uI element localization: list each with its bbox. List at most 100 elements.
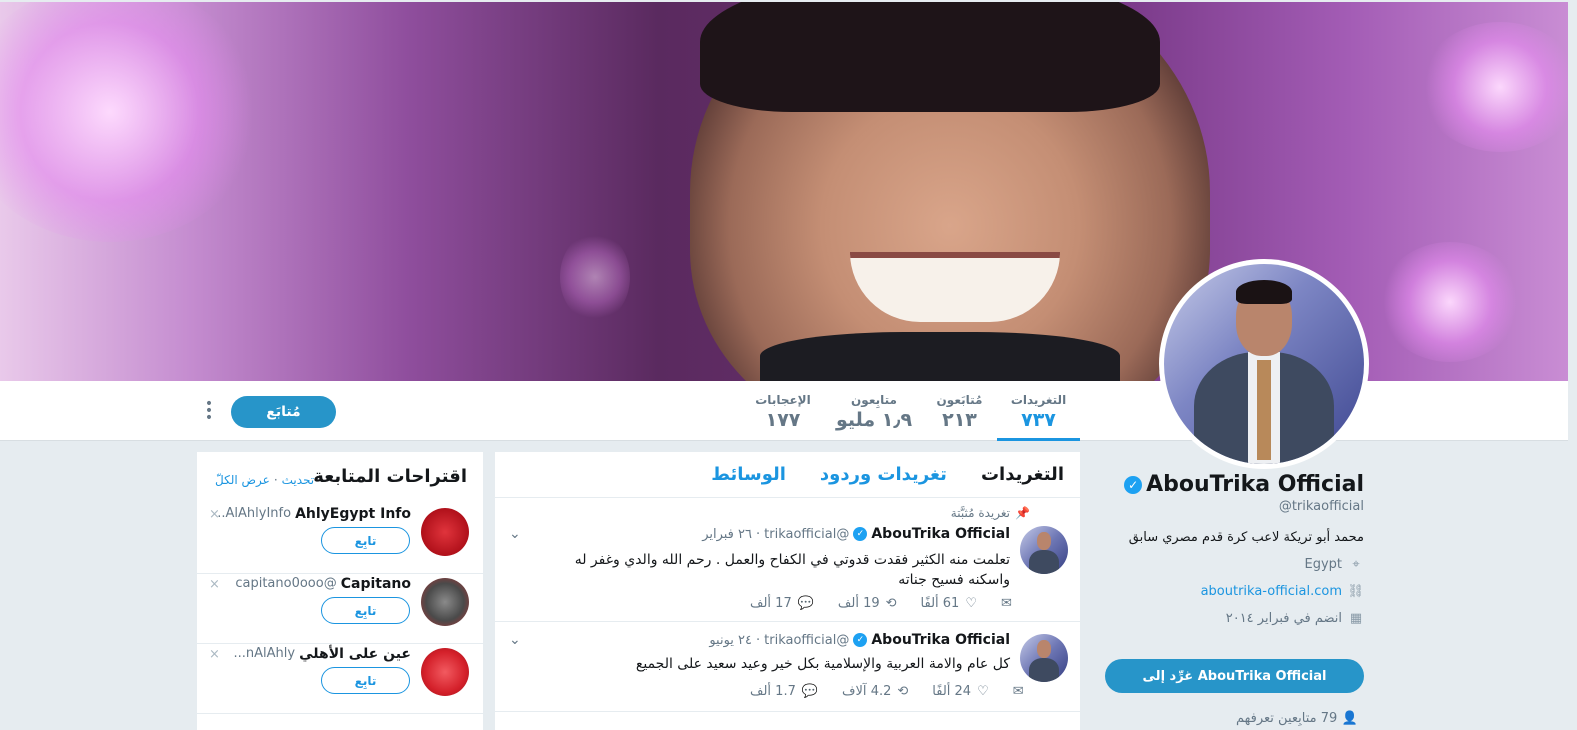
reply-count: 17 ألف — [750, 596, 792, 611]
tab-tweets-replies[interactable]: تغريدات وردود — [820, 464, 947, 485]
tab-tweets[interactable]: التغريدات — [981, 464, 1064, 485]
link-icon: ⛓ — [1347, 584, 1364, 599]
profile-bio: محمد أبو تريكة لاعب كرة قدم مصري سابق — [1128, 530, 1364, 545]
view-all-link[interactable]: عرض الكلّ — [215, 473, 270, 487]
like-button[interactable]: ♡ 24 ألفًا — [932, 684, 988, 699]
calendar-icon: ▦ — [1349, 611, 1363, 626]
suggestion-handle[interactable]: @capitano0ooo — [235, 576, 336, 592]
suggestion-avatar[interactable] — [421, 578, 469, 626]
profile-joined: ▦ انضم في فبراير ٢٠١٤ — [1094, 611, 1364, 626]
retweet-icon: ⟲ — [885, 596, 897, 611]
tweet-actions: 💬 1.7 ألف ⟲ 4.2 آلاف ♡ 24 ألفًا ✉ — [750, 684, 1024, 699]
stat-likes[interactable]: الإعجابات ١٧٧ — [744, 393, 822, 441]
timeline-tabs: التغريدات تغريدات وردود الوسائط — [495, 452, 1080, 498]
tweet-actions: 💬 17 ألف ⟲ 19 ألف ♡ 61 ألفًا ✉ — [750, 596, 1012, 611]
tweet[interactable]: AbouTrika Official ✓ @trikaofficial · ٢٤… — [495, 622, 1080, 712]
following-button[interactable]: مُتابَع — [231, 396, 336, 428]
separator-dot: · — [756, 632, 761, 648]
suggestion-item[interactable]: عين على الأهلي nAlAhly... × تابِع — [197, 644, 483, 714]
suggestion-item[interactable]: Capitano @capitano0ooo × تابِع — [197, 574, 483, 644]
stat-following-label: مُتابَعون — [936, 393, 983, 407]
reply-icon: 💬 — [797, 596, 814, 611]
retweet-button[interactable]: ⟲ 4.2 آلاف — [842, 684, 908, 699]
stat-followers-label: متابِعون — [851, 393, 897, 407]
mutual-followers-text[interactable]: 79 متابِعين تعرفهم — [1236, 711, 1337, 726]
chevron-down-icon[interactable]: ⌄ — [509, 526, 521, 542]
profile-name: ✓ AbouTrika Official — [1124, 472, 1364, 497]
suggestion-name[interactable]: عين على الأهلي — [299, 646, 411, 662]
message-button[interactable]: ✉ — [1001, 596, 1012, 611]
person-icon: 👤 — [1341, 711, 1358, 726]
tweet-to-button[interactable]: غرِّد إلى AbouTrika Official — [1105, 659, 1364, 693]
tweet-pinned[interactable]: 📌 تغريدة مُثبَّتة AbouTrika Official ✓ @… — [495, 498, 1080, 622]
retweet-count: 4.2 آلاف — [842, 684, 892, 699]
tweet-avatar[interactable] — [1020, 526, 1068, 574]
stat-likes-label: الإعجابات — [755, 393, 811, 407]
tab-media[interactable]: الوسائط — [711, 464, 786, 485]
suggestion-name[interactable]: AhlyEgypt Info — [295, 506, 411, 522]
suggestion-handle[interactable]: nAlAhly... — [234, 646, 296, 662]
stat-followers[interactable]: متابِعون ١٫٩ مليو — [828, 393, 920, 441]
close-icon[interactable]: × — [209, 507, 220, 522]
suggestion-names: Capitano @capitano0ooo — [235, 576, 411, 592]
tweet-date[interactable]: ٢٤ يونيو — [709, 633, 752, 648]
suggestion-name[interactable]: Capitano — [341, 576, 411, 592]
tweet-avatar[interactable] — [1020, 634, 1068, 682]
suggestion-avatar[interactable] — [421, 508, 469, 556]
profile-website-link[interactable]: aboutrika-official.com — [1201, 584, 1342, 599]
heart-icon: ♡ — [965, 596, 977, 611]
more-options-icon[interactable]: • • • — [203, 397, 215, 425]
separator-dot: · — [756, 526, 761, 542]
profile-location-text: Egypt — [1304, 557, 1342, 572]
pinned-label: تغريدة مُثبَّتة — [950, 506, 1010, 520]
tweet-date[interactable]: ٢٦ فبراير — [702, 527, 752, 542]
heart-icon: ♡ — [977, 684, 989, 699]
profile-handle: @trikaofficial — [1278, 499, 1364, 514]
suggestion-handle[interactable]: AlAhlyInfo.. — [217, 506, 291, 522]
timeline: التغريدات تغريدات وردود الوسائط 📌 تغريدة… — [495, 452, 1080, 730]
pin-icon: 📌 — [1015, 506, 1030, 520]
retweet-icon: ⟲ — [897, 684, 909, 699]
reply-icon: 💬 — [801, 684, 819, 699]
follow-button[interactable]: تابِع — [321, 667, 410, 694]
envelope-icon: ✉ — [1000, 596, 1012, 611]
stat-followers-value: ١٫٩ مليو — [835, 409, 913, 431]
stat-tweets[interactable]: التغريدات ٧٣٧ — [997, 393, 1080, 441]
stat-following[interactable]: مُتابَعون ٢١٣ — [922, 393, 997, 441]
suggestion-avatar[interactable] — [421, 648, 469, 696]
reply-button[interactable]: 💬 1.7 ألف — [750, 684, 818, 699]
message-button[interactable]: ✉ — [1013, 684, 1024, 699]
like-button[interactable]: ♡ 61 ألفًا — [921, 596, 977, 611]
tweet-text: كل عام والامة العربية والإسلامية بكل خير… — [635, 656, 1010, 672]
profile-avatar[interactable] — [1159, 259, 1369, 469]
profile-name-text: AbouTrika Official — [1146, 472, 1364, 497]
stat-tweets-label: التغريدات — [1010, 393, 1067, 407]
tweet-author-handle[interactable]: @trikaofficial — [764, 633, 849, 648]
suggestion-names: عين على الأهلي nAlAhly... — [234, 646, 411, 662]
profile-location: ⌖ Egypt — [1094, 557, 1364, 572]
retweet-button[interactable]: ⟲ 19 ألف — [838, 596, 897, 611]
retweet-count: 19 ألف — [837, 596, 880, 611]
profile-website[interactable]: ⛓ aboutrika-official.com — [1094, 584, 1364, 599]
follow-button[interactable]: تابِع — [321, 527, 410, 554]
follow-button[interactable]: تابِع — [321, 597, 410, 624]
separator-dot: · — [273, 473, 278, 487]
tweet-author-name[interactable]: AbouTrika Official — [871, 632, 1010, 648]
reply-count: 1.7 ألف — [750, 684, 796, 699]
stat-likes-value: ١٧٧ — [765, 409, 801, 431]
refresh-link[interactable]: تحديث — [282, 473, 315, 487]
who-to-follow-links: تحديث · عرض الكلّ — [215, 473, 314, 487]
profile-card: ✓ AbouTrika Official @trikaofficial محمد… — [1094, 472, 1364, 626]
verified-badge-icon: ✓ — [853, 527, 868, 541]
who-to-follow: اقتراحات المتابعة تحديث · عرض الكلّ Ahly… — [197, 452, 483, 730]
tweet-author-handle[interactable]: @trikaofficial — [764, 527, 849, 542]
chevron-down-icon[interactable]: ⌄ — [509, 632, 521, 648]
mutual-followers[interactable]: 👤 79 متابِعين تعرفهم — [1236, 711, 1358, 726]
verified-badge-icon: ✓ — [853, 633, 868, 647]
reply-button[interactable]: 💬 17 ألف — [750, 596, 814, 611]
close-icon[interactable]: × — [209, 577, 220, 592]
close-icon[interactable]: × — [209, 647, 220, 662]
suggestion-item[interactable]: AhlyEgypt Info AlAhlyInfo.. × تابِع — [197, 504, 483, 574]
tweet-author-name[interactable]: AbouTrika Official — [871, 526, 1010, 542]
location-pin-icon: ⌖ — [1352, 557, 1360, 572]
